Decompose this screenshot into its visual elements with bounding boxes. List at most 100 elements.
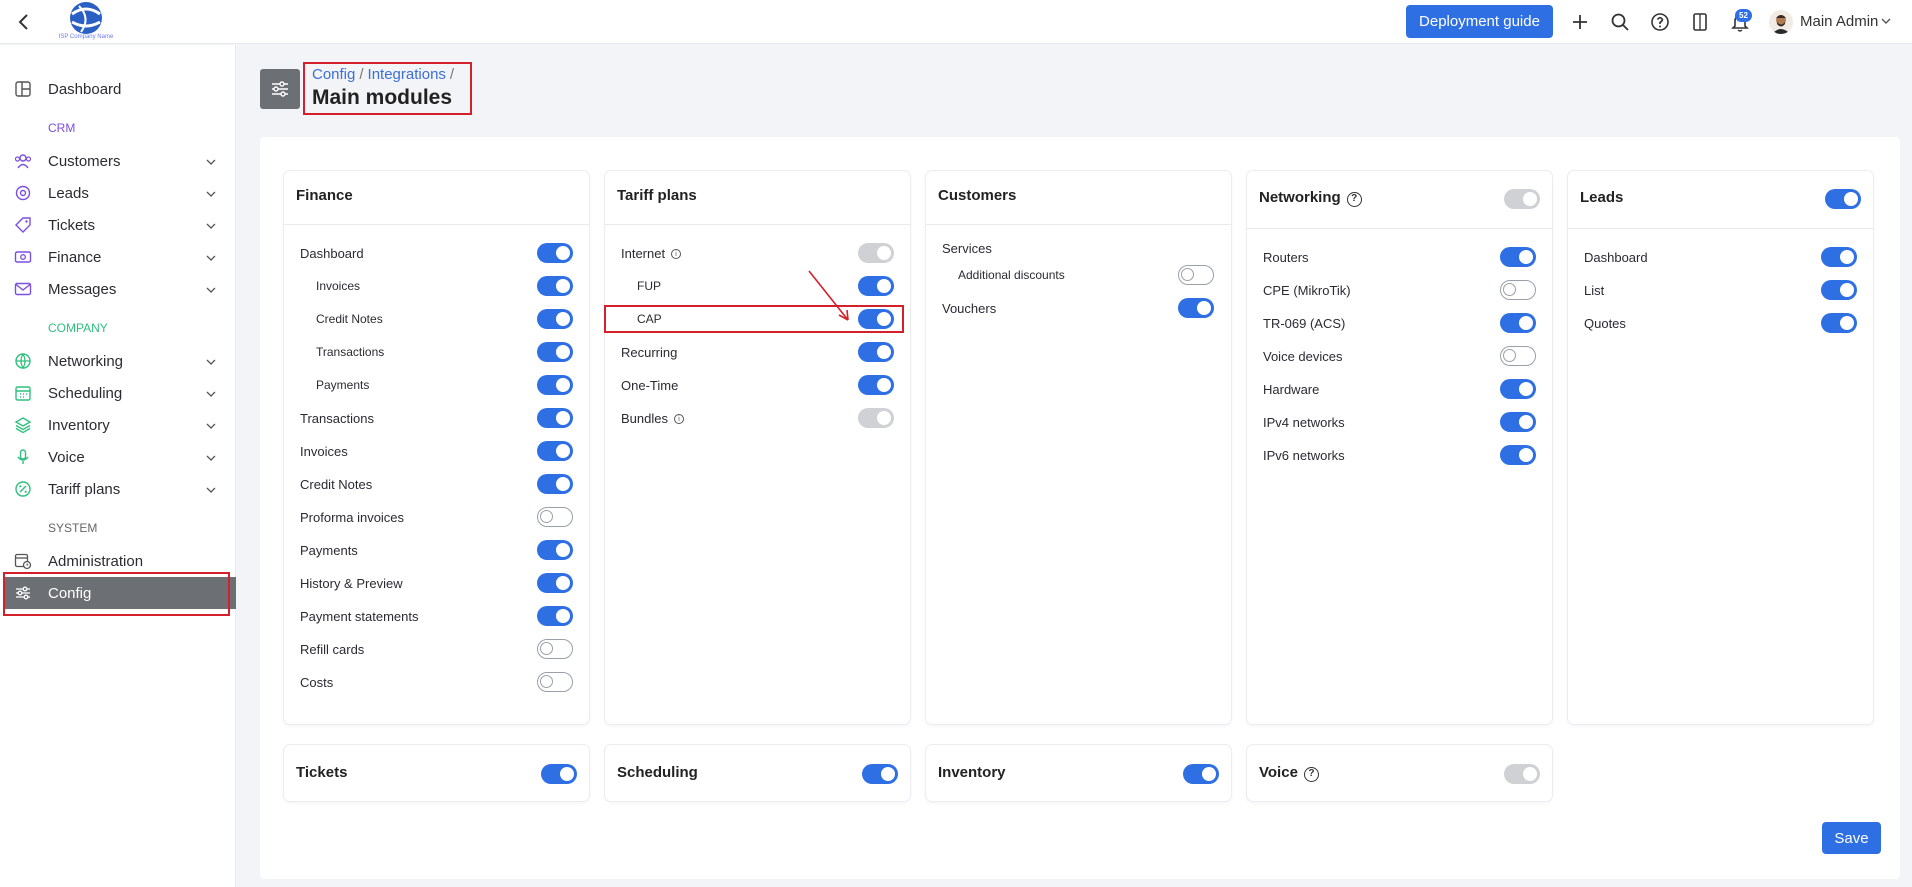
card-title: Voice?	[1259, 764, 1319, 782]
company-logo[interactable]: ISP Company Name	[55, 0, 117, 44]
avatar[interactable]	[1769, 10, 1793, 34]
module-row: Proforma invoices	[284, 502, 589, 532]
sidebar-item-tickets[interactable]: Tickets	[0, 209, 236, 241]
module-row: Routers	[1247, 242, 1552, 272]
module-toggle[interactable]	[537, 243, 573, 263]
module-toggle[interactable]	[537, 342, 573, 362]
module-label: History & Preview	[300, 576, 403, 591]
sidebar-item-inventory[interactable]: Inventory	[0, 409, 236, 441]
module-row: Quotes	[1568, 308, 1873, 338]
module-toggle[interactable]	[537, 276, 573, 296]
module-row: Credit Notes	[284, 469, 589, 499]
module-toggle[interactable]	[537, 474, 573, 494]
module-toggle[interactable]	[537, 441, 573, 461]
module-toggle[interactable]	[537, 507, 573, 527]
module-toggle[interactable]	[1821, 313, 1857, 333]
module-toggle[interactable]	[537, 606, 573, 626]
target-icon	[15, 185, 31, 201]
module-label: IPv4 networks	[1263, 415, 1345, 430]
module-toggle[interactable]	[858, 342, 894, 362]
module-row: Vouchers	[926, 293, 1231, 323]
dashboard-icon	[15, 81, 31, 97]
module-toggle[interactable]	[1500, 346, 1536, 366]
module-row: Bundles i	[605, 403, 910, 433]
module-toggle[interactable]	[1500, 247, 1536, 267]
module-toggle[interactable]	[858, 276, 894, 296]
book-icon[interactable]	[1689, 11, 1711, 33]
module-row: FUP	[605, 271, 910, 301]
module-label: List	[1584, 283, 1605, 298]
module-toggle[interactable]	[537, 672, 573, 692]
module-toggle[interactable]	[537, 639, 573, 659]
module-toggle[interactable]	[1500, 412, 1536, 432]
chevron-down-icon	[206, 423, 216, 429]
networking-toggle[interactable]	[1504, 189, 1540, 209]
sidebar-item-finance[interactable]: Finance	[0, 241, 236, 273]
module-label: Refill cards	[300, 642, 365, 657]
deployment-guide-button[interactable]: Deployment guide	[1406, 5, 1553, 38]
tickets-card: Tickets	[284, 745, 589, 801]
chevron-down-icon[interactable]	[1880, 15, 1892, 27]
user-name[interactable]: Main Admin	[1800, 13, 1878, 30]
sidebar-item-label: Networking	[48, 353, 124, 370]
module-row: Internet i	[605, 238, 910, 268]
sidebar-item-customers[interactable]: Customers	[0, 145, 236, 177]
help-icon[interactable]: ?	[1303, 767, 1319, 782]
module-toggle[interactable]	[537, 375, 573, 395]
module-toggle[interactable]	[858, 408, 894, 428]
module-row: Payments	[284, 370, 589, 400]
module-row: Payments	[284, 535, 589, 565]
module-toggle[interactable]	[1500, 445, 1536, 465]
chevron-left-icon[interactable]	[14, 12, 34, 32]
search-icon[interactable]	[1609, 11, 1631, 33]
module-row: Dashboard	[1568, 242, 1873, 272]
module-toggle[interactable]	[1500, 379, 1536, 399]
module-toggle[interactable]	[1821, 280, 1857, 300]
inventory-toggle[interactable]	[1183, 764, 1219, 784]
plus-icon[interactable]	[1569, 11, 1591, 33]
notification-count-badge: 52	[1735, 9, 1752, 22]
module-row: Transactions	[284, 403, 589, 433]
sidebar-item-dashboard[interactable]: Dashboard	[0, 73, 236, 105]
sidebar-item-tariff-plans[interactable]: Tariff plans	[0, 473, 236, 505]
module-toggle[interactable]	[858, 243, 894, 263]
module-toggle[interactable]	[1500, 280, 1536, 300]
sidebar-item-messages[interactable]: Messages	[0, 273, 236, 305]
scheduling-toggle[interactable]	[862, 764, 898, 784]
inventory-card: Inventory	[926, 745, 1231, 801]
sidebar-item-networking[interactable]: Networking	[0, 345, 236, 377]
module-toggle[interactable]	[1821, 247, 1857, 267]
help-icon[interactable]	[1649, 11, 1671, 33]
module-label: Hardware	[1263, 382, 1320, 397]
chevron-down-icon	[206, 487, 216, 493]
sidebar-item-voice[interactable]: Voice	[0, 441, 236, 473]
module-toggle[interactable]	[1178, 298, 1214, 318]
module-row: TR-069 (ACS)	[1247, 308, 1552, 338]
voice-card: Voice?	[1247, 745, 1552, 801]
save-button[interactable]: Save	[1822, 822, 1881, 854]
leads-toggle[interactable]	[1825, 189, 1861, 209]
module-toggle[interactable]	[537, 573, 573, 593]
card-title: Networking?	[1259, 189, 1362, 207]
info-icon[interactable]: i	[671, 249, 681, 259]
sidebar-item-leads[interactable]: Leads	[0, 177, 236, 209]
card-title: Leads	[1580, 189, 1624, 206]
module-toggle[interactable]	[537, 408, 573, 428]
scheduling-card: Scheduling	[605, 745, 910, 801]
module-toggle[interactable]	[858, 375, 894, 395]
voice-toggle[interactable]	[1504, 764, 1540, 784]
section-company: COMPANY	[48, 321, 108, 335]
module-toggle[interactable]	[537, 540, 573, 560]
sidebar-item-scheduling[interactable]: Scheduling	[0, 377, 236, 409]
help-icon[interactable]: ?	[1346, 192, 1362, 207]
module-row: Costs	[284, 667, 589, 697]
tickets-toggle[interactable]	[541, 764, 577, 784]
sidebar-item-label: Leads	[48, 185, 89, 202]
chevron-down-icon	[206, 159, 216, 165]
info-icon[interactable]: i	[674, 414, 684, 424]
module-toggle[interactable]	[1500, 313, 1536, 333]
module-toggle[interactable]	[1178, 265, 1214, 285]
globe-icon	[15, 353, 31, 370]
module-toggle[interactable]	[537, 309, 573, 329]
voice-title: Voice	[1259, 764, 1298, 781]
